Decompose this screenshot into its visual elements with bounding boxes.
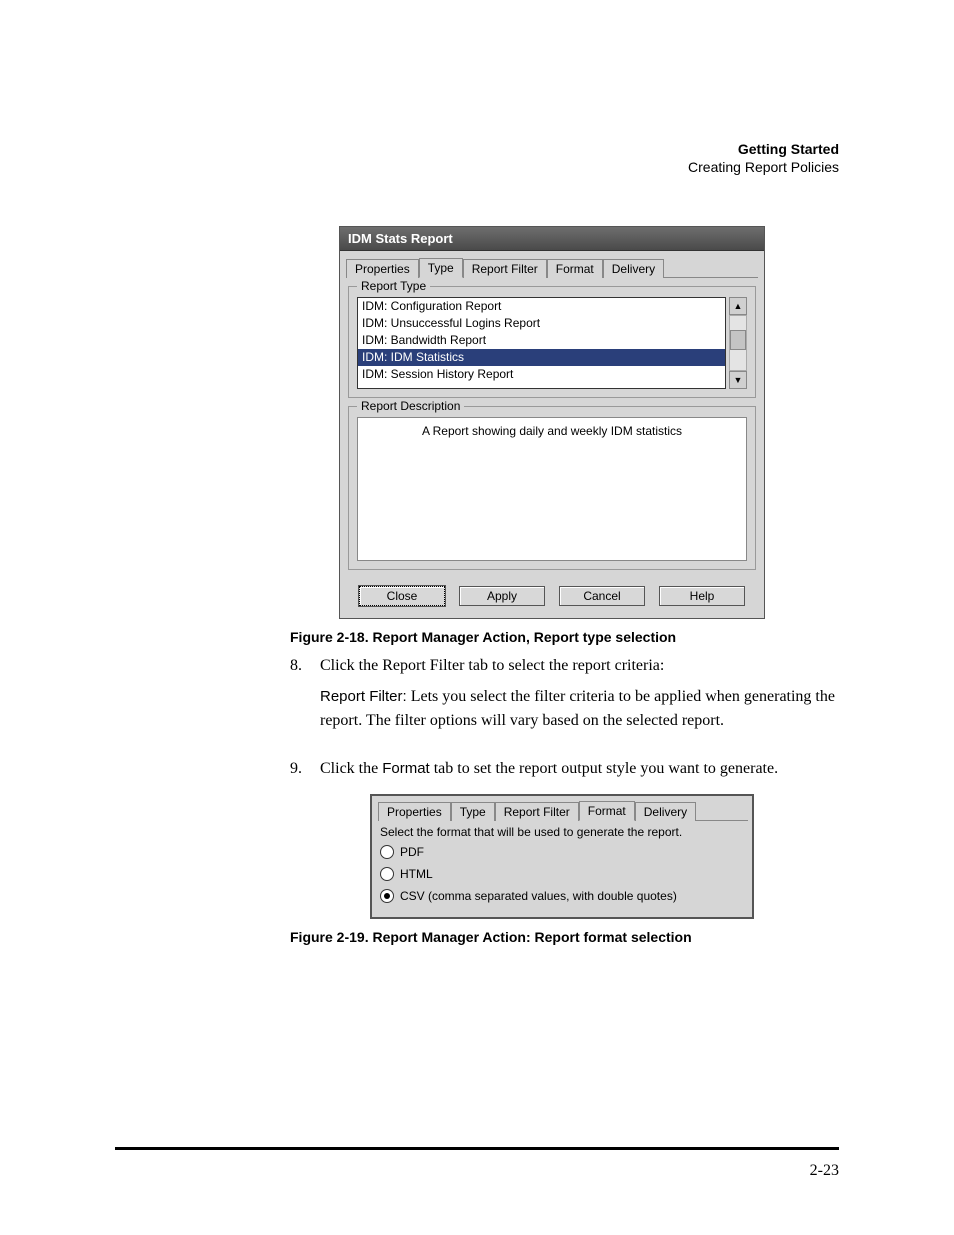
step-8-text: Click the Report Filter tab to select th… [320,657,839,675]
format-prompt: Select the format that will be used to g… [372,821,752,841]
report-description-group: Report Description A Report showing dail… [348,406,756,570]
radio-csv[interactable]: CSV (comma separated values, with double… [372,885,752,907]
step-9-suffix: tab to set the report output style you w… [430,760,778,777]
step-9: 9. Click the Format tab to set the repor… [290,760,839,778]
tab-delivery[interactable]: Delivery [603,259,664,278]
radio-pdf-label: PDF [400,845,424,859]
close-button[interactable]: Close [359,586,445,606]
list-item[interactable]: IDM: Unsuccessful Logins Report [358,315,725,332]
header-subtitle: Creating Report Policies [115,158,839,176]
header-title: Getting Started [115,140,839,158]
step-9-prefix: Click the [320,760,382,777]
radio-icon[interactable] [380,845,394,859]
tab-properties[interactable]: Properties [346,259,419,278]
radio-csv-label: CSV (comma separated values, with double… [400,889,677,903]
help-button[interactable]: Help [659,586,745,606]
footer-rule [115,1147,839,1150]
radio-pdf[interactable]: PDF [372,841,752,863]
dialog-title: IDM Stats Report [340,227,764,251]
tab-report-filter[interactable]: Report Filter [463,259,547,278]
step-8-number: 8. [290,657,320,675]
list-item[interactable]: IDM: Configuration Report [358,298,725,315]
report-description-legend: Report Description [357,399,464,413]
tab-format[interactable]: Format [547,259,603,278]
radio-html[interactable]: HTML [372,863,752,885]
tab-delivery[interactable]: Delivery [635,802,696,821]
scroll-up-icon[interactable]: ▲ [729,297,747,315]
scroll-track[interactable] [729,315,747,371]
list-item[interactable]: IDM: Bandwidth Report [358,332,725,349]
tab-report-filter[interactable]: Report Filter [495,802,579,821]
format-term: Format [382,760,430,777]
step-8: 8. Click the Report Filter tab to select… [290,657,839,675]
apply-button[interactable]: Apply [459,586,545,606]
tab-properties[interactable]: Properties [378,802,451,821]
tab-type[interactable]: Type [419,258,463,278]
report-type-group: Report Type IDM: Configuration Report ID… [348,286,756,398]
cancel-button[interactable]: Cancel [559,586,645,606]
figure-2-19-caption: Figure 2-19. Report Manager Action: Repo… [290,929,839,945]
report-type-listbox[interactable]: IDM: Configuration Report IDM: Unsuccess… [357,297,726,389]
report-filter-label: Report Filter: [320,688,407,705]
figure-2-18-caption: Figure 2-18. Report Manager Action, Repo… [290,629,839,645]
step-9-number: 9. [290,760,320,778]
radio-html-label: HTML [400,867,433,881]
listbox-scrollbar[interactable]: ▲ ▼ [729,297,747,389]
tab-type[interactable]: Type [451,802,495,821]
report-description-text: A Report showing daily and weekly IDM st… [357,417,747,561]
list-item[interactable]: IDM: Session History Report [358,366,725,383]
tab-format[interactable]: Format [579,801,635,821]
step-8-detail: Report Filter: Lets you select the filte… [320,685,839,731]
radio-icon-selected[interactable] [380,889,394,903]
scroll-down-icon[interactable]: ▼ [729,371,747,389]
list-item-selected[interactable]: IDM: IDM Statistics [358,349,725,366]
radio-icon[interactable] [380,867,394,881]
page-number: 2-23 [810,1162,839,1180]
report-type-legend: Report Type [357,279,430,293]
dialog-tabs: Properties Type Report Filter Format Del… [346,257,758,278]
figure-2-18-dialog: IDM Stats Report Properties Type Report … [339,226,765,619]
format-dialog-tabs: Properties Type Report Filter Format Del… [378,800,748,821]
figure-2-19-dialog: Properties Type Report Filter Format Del… [370,794,754,919]
step-9-text: Click the Format tab to set the report o… [320,760,839,778]
scroll-thumb[interactable] [730,330,746,350]
